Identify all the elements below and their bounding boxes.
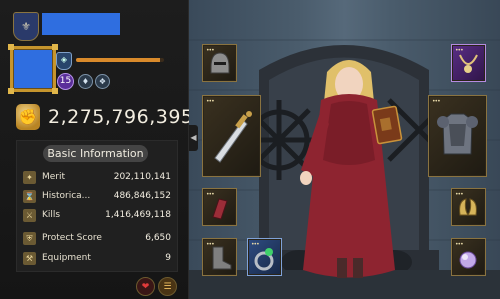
- equipment-icon: ⚒: [23, 251, 36, 265]
- armor-icon: [437, 113, 478, 155]
- swords-icon: ⚔: [23, 208, 36, 222]
- history-icon: ⌛: [23, 189, 36, 203]
- stat-merit[interactable]: ✦ Merit 202,110,141: [23, 169, 171, 185]
- stat-value: 6,650: [145, 233, 171, 243]
- player-name-redacted: [42, 13, 120, 35]
- medal-icon[interactable]: ❖: [95, 74, 110, 89]
- fist-icon: ✊: [16, 104, 40, 130]
- equip-slot-bracers[interactable]: •••: [202, 188, 237, 226]
- stat-label: Protect Score: [42, 233, 102, 243]
- alliance-crest-icon[interactable]: ⚜: [13, 12, 39, 41]
- power-row: ✊ 2,275,796,395: [16, 104, 194, 130]
- title-icon[interactable]: ♦: [78, 74, 93, 89]
- level-badge[interactable]: 15: [57, 73, 74, 90]
- helmet-icon: [210, 52, 230, 74]
- equip-slot-helmet[interactable]: •••: [202, 44, 237, 82]
- equip-slot-armor[interactable]: •••: [428, 95, 487, 177]
- stat-label: Merit: [42, 172, 66, 182]
- equip-slot-accessory[interactable]: •••: [451, 188, 486, 226]
- equip-slot-orb[interactable]: •••: [451, 238, 486, 276]
- stat-label: Equipment: [42, 253, 91, 263]
- basic-information-title: Basic Information: [43, 145, 148, 162]
- shield-icon: ⛨: [23, 231, 36, 245]
- ring-icon: [254, 248, 274, 271]
- stat-value: 9: [165, 253, 171, 263]
- commander-profile-screen: ⚜ ◈ 15 ♦ ❖ ✊ 2,275,796,395 Basic Informa…: [0, 0, 500, 299]
- stat-value: 1,416,469,118: [105, 210, 171, 220]
- experience-bar: [76, 58, 164, 62]
- profile-panel: ⚜ ◈ 15 ♦ ❖ ✊ 2,275,796,395 Basic Informa…: [0, 0, 193, 299]
- equip-slot-necklace[interactable]: •••: [451, 44, 486, 82]
- menu-button[interactable]: ☰: [158, 277, 177, 296]
- stat-value: 486,846,152: [113, 191, 171, 201]
- boots-icon: [212, 246, 232, 270]
- vip-shield-icon[interactable]: ◈: [56, 52, 72, 70]
- stat-equipment[interactable]: ⚒ Equipment 9: [23, 250, 171, 266]
- equip-slot-weapon[interactable]: •••: [202, 95, 261, 177]
- basic-information-panel: Basic Information ✦ Merit 202,110,141 ⌛ …: [16, 140, 178, 272]
- necklace-icon: [459, 54, 478, 73]
- dagger-icon: [214, 111, 252, 163]
- character-scene: ◀ ••• ••• ••• ••• ••• ••• ••• ••• •••: [189, 0, 500, 299]
- merit-icon: ✦: [23, 170, 36, 184]
- stat-protect-score[interactable]: ⛨ Protect Score 6,650: [23, 230, 171, 246]
- orb-icon: [459, 251, 477, 269]
- stat-value: 202,110,141: [113, 172, 171, 182]
- bracer-icon: [212, 198, 228, 220]
- horns-icon: [459, 198, 477, 216]
- stat-kills[interactable]: ⚔ Kills 1,416,469,118: [23, 207, 171, 223]
- power-value: 2,275,796,395: [48, 106, 194, 128]
- stat-historical[interactable]: ⌛ Historica... 486,846,152: [23, 188, 171, 204]
- equip-slot-boots[interactable]: •••: [202, 238, 237, 276]
- favorite-heart-button[interactable]: ❤: [136, 277, 155, 296]
- collapse-panel-button[interactable]: ◀: [189, 125, 198, 151]
- avatar[interactable]: [8, 44, 58, 94]
- stat-label: Historica...: [42, 191, 91, 201]
- equip-slot-ring[interactable]: •••: [247, 238, 282, 276]
- stat-label: Kills: [42, 210, 61, 220]
